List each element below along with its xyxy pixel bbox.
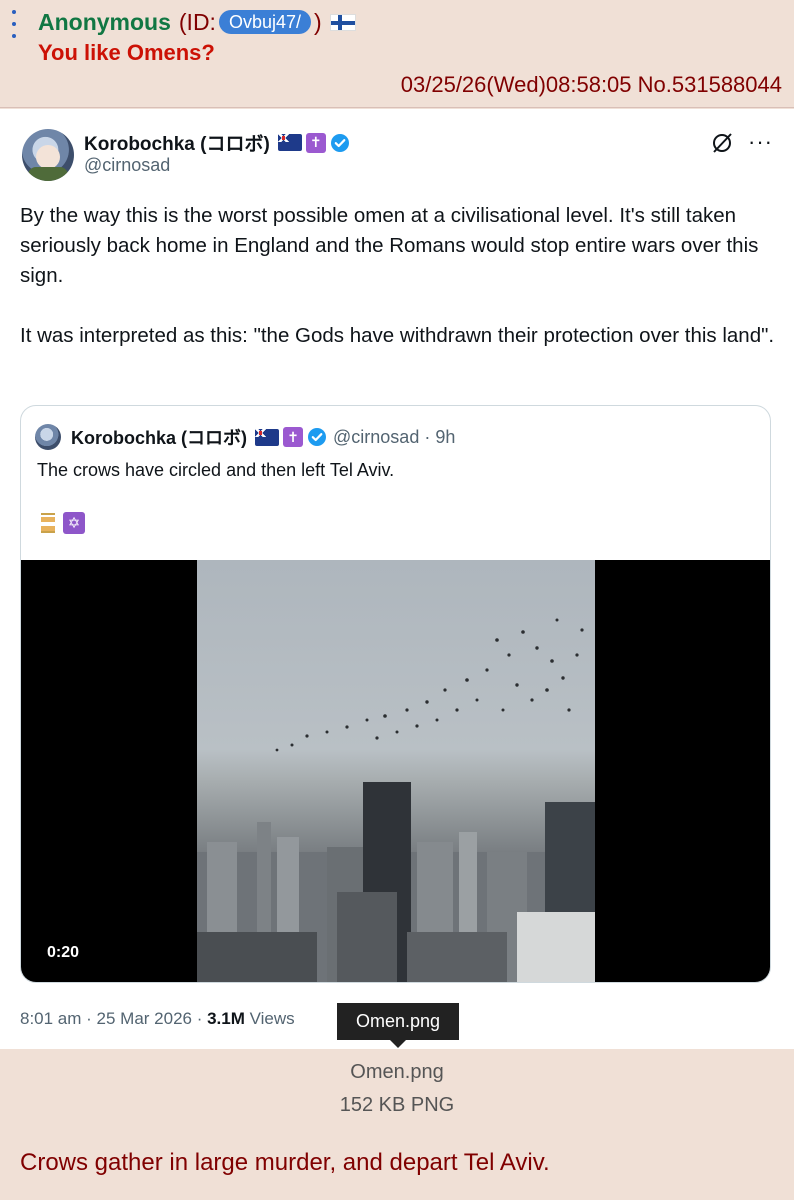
file-meta: 152 KB PNG	[339, 1094, 455, 1116]
author-name: Korobochka (コロボ)	[84, 134, 270, 155]
verified-icon	[307, 427, 327, 447]
quote-handle-time: @cirnosad · 9h	[333, 426, 456, 447]
post-menu-icon[interactable]	[10, 10, 18, 38]
star-of-david-icon: ✡	[63, 512, 85, 534]
post-name-line: Anonymous (ID: Ovbuj47/ )	[38, 8, 356, 36]
post-image[interactable]: Korobochka (コロボ) ✝ @cirnosad ··· By the …	[0, 109, 794, 1049]
quote-avatar	[35, 424, 61, 450]
avatar	[22, 129, 74, 181]
australia-flag-icon	[277, 134, 302, 151]
australia-flag-icon	[255, 428, 280, 446]
image-tooltip: Omen.png	[337, 1003, 459, 1048]
cross-icon: ✝	[283, 427, 304, 447]
tweet-author: Korobochka (コロボ) ✝	[84, 129, 350, 156]
video-timecode: 0:20	[47, 944, 80, 961]
crows	[275, 618, 584, 752]
quote-emoji: ✡	[37, 512, 85, 534]
post-datetime-number[interactable]: 03/25/26(Wed)08:58:05 No.531588044	[401, 72, 782, 98]
more-icon: ···	[748, 129, 773, 154]
video-frame	[197, 560, 595, 982]
verified-icon	[330, 133, 350, 153]
poster-id-badge[interactable]: Ovbuj47/	[218, 10, 311, 34]
hourglass-icon	[37, 512, 59, 534]
tweet-paragraph: It was interpreted as this: "the Gods ha…	[20, 324, 775, 347]
views-label: Views	[244, 1009, 295, 1028]
quote-author-name: Korobochka (コロボ)	[71, 428, 248, 448]
post-comment: Crows gather in large murder, and depart…	[20, 1149, 550, 1176]
id-prefix: (ID:	[178, 9, 216, 35]
tweet-text: By the way this is the worst possible om…	[20, 201, 780, 351]
cross-icon: ✝	[305, 132, 326, 153]
id-suffix: )	[314, 9, 322, 35]
file-name[interactable]: Omen.png	[0, 1061, 794, 1084]
finland-flag-icon	[329, 13, 356, 31]
tweet-timestamp: 8:01 am · 25 Mar 2026 · 3.1M Views	[20, 1009, 295, 1029]
tweet-time: 8:01 am · 25 Mar 2026 ·	[20, 1009, 208, 1028]
tweet-paragraph: By the way this is the worst possible om…	[20, 204, 759, 287]
video-player: 0:20	[21, 560, 770, 982]
quoted-tweet: Korobochka (コロボ) ✝ @cirnosad · 9h The cr…	[20, 405, 771, 983]
views-count: 3.1M	[207, 1009, 245, 1028]
quote-header: Korobochka (コロボ) ✝ @cirnosad · 9h	[71, 424, 455, 450]
quote-text: The crows have circled and then left Tel…	[37, 460, 395, 480]
grok-icon	[710, 131, 734, 155]
post-header: Anonymous (ID: Ovbuj47/ ) You like Omens…	[0, 0, 794, 108]
author-handle: @cirnosad	[84, 155, 171, 175]
poster-name: Anonymous	[38, 9, 171, 35]
post-subject: You like Omens?	[38, 40, 215, 65]
city-skyline	[197, 782, 595, 982]
